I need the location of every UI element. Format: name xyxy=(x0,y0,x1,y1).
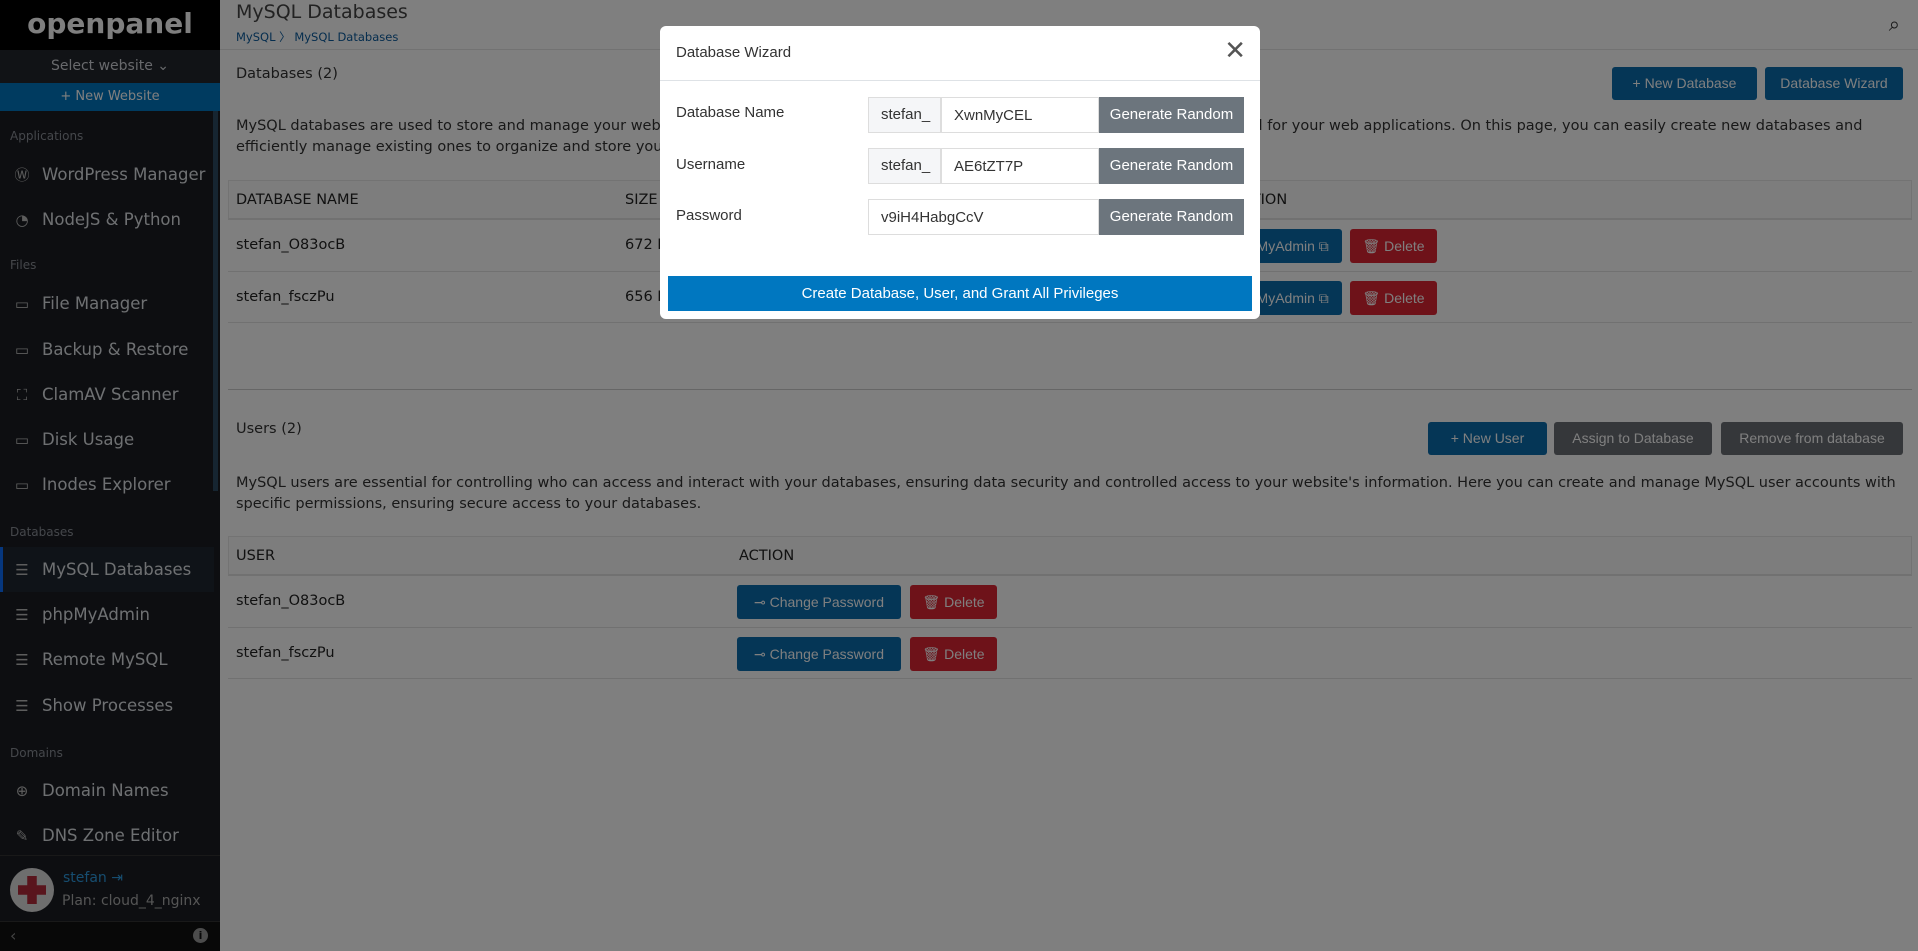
database-name-label: Database Name xyxy=(676,104,785,121)
modal-title: Database Wizard xyxy=(660,26,1260,81)
database-name-input[interactable] xyxy=(941,97,1099,133)
username-input[interactable] xyxy=(941,148,1099,184)
database-wizard-modal: Database Wizard ✕ Database Name stefan_ … xyxy=(660,26,1260,319)
password-input[interactable] xyxy=(868,199,1099,235)
database-name-prefix: stefan_ xyxy=(868,97,941,133)
generate-password-button[interactable]: Generate Random xyxy=(1099,199,1244,235)
username-prefix: stefan_ xyxy=(868,148,941,184)
generate-username-button[interactable]: Generate Random xyxy=(1099,148,1244,184)
username-label: Username xyxy=(676,156,746,173)
generate-database-name-button[interactable]: Generate Random xyxy=(1099,97,1244,133)
password-label: Password xyxy=(676,207,742,224)
close-icon[interactable]: ✕ xyxy=(1224,36,1246,66)
create-database-button[interactable]: Create Database, User, and Grant All Pri… xyxy=(668,276,1252,311)
